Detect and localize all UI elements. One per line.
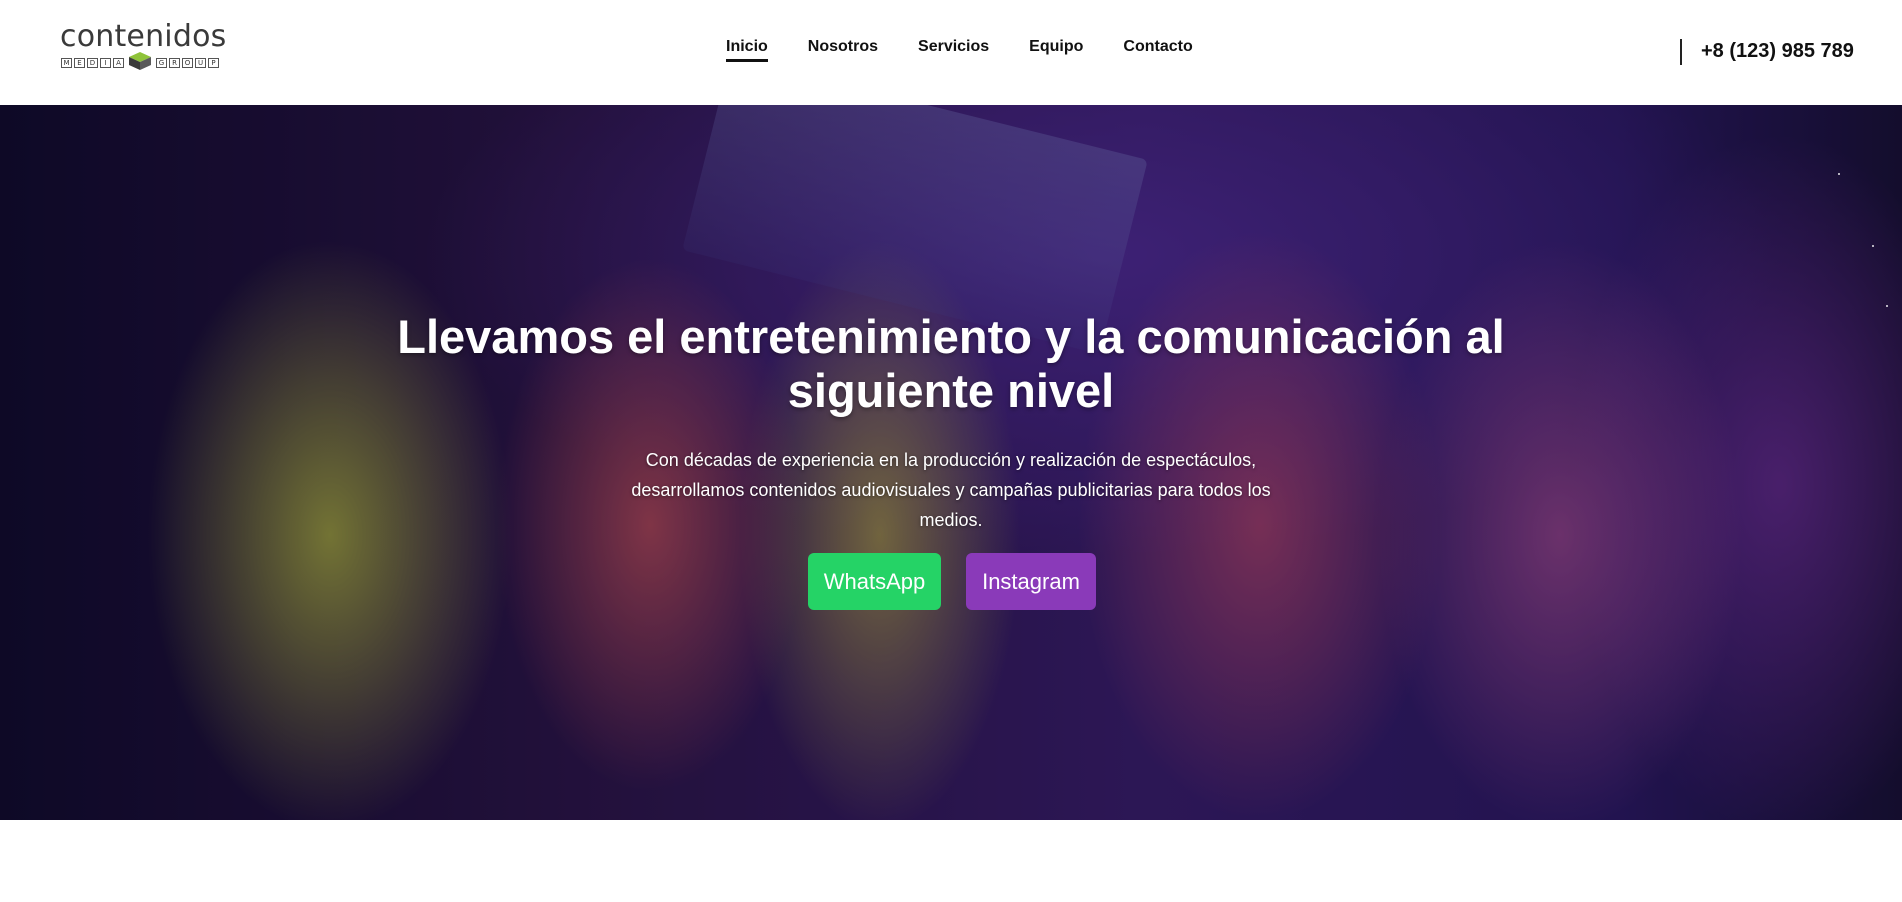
nav-item-servicios[interactable]: Servicios bbox=[918, 38, 989, 62]
logo-subtitle: M E D I A G R O U P bbox=[61, 52, 219, 71]
whatsapp-button[interactable]: WhatsApp bbox=[808, 553, 941, 610]
nav-item-nosotros[interactable]: Nosotros bbox=[808, 38, 878, 62]
nav-item-inicio[interactable]: Inicio bbox=[726, 38, 768, 62]
phone-link[interactable]: +8 (123) 985 789 bbox=[1701, 40, 1854, 63]
main-nav: Inicio Nosotros Servicios Equipo Contact… bbox=[726, 38, 1193, 62]
instagram-button[interactable]: Instagram bbox=[966, 553, 1096, 610]
logo-cube-icon bbox=[129, 52, 151, 70]
logo-letter: G bbox=[156, 58, 167, 68]
hero-buttons: WhatsApp Instagram bbox=[808, 553, 1096, 610]
logo-letter: U bbox=[195, 58, 206, 68]
hero-description: Con décadas de experiencia en la producc… bbox=[631, 450, 1271, 530]
hero-section: Llevamos el entretenimiento y la comunic… bbox=[0, 105, 1902, 820]
logo-letter: E bbox=[74, 58, 85, 68]
logo-letter: M bbox=[61, 58, 72, 68]
logo-wordmark: contenidos bbox=[60, 19, 227, 54]
phone-divider bbox=[1680, 39, 1682, 65]
hero-title: Llevamos el entretenimiento y la comunic… bbox=[397, 310, 1505, 417]
logo-letter: I bbox=[100, 58, 111, 68]
logo-letter: P bbox=[208, 58, 219, 68]
site-header: contenidos M E D I A G R O U P Inicio No… bbox=[0, 0, 1902, 105]
logo[interactable]: contenidos M E D I A G R O U P bbox=[60, 22, 230, 78]
logo-letter: O bbox=[182, 58, 193, 68]
nav-item-contacto[interactable]: Contacto bbox=[1123, 38, 1192, 62]
hero-content: Llevamos el entretenimiento y la comunic… bbox=[0, 105, 1902, 820]
logo-letter: A bbox=[113, 58, 124, 68]
logo-letter: R bbox=[169, 58, 180, 68]
logo-letter: D bbox=[87, 58, 98, 68]
nav-item-equipo[interactable]: Equipo bbox=[1029, 38, 1083, 62]
